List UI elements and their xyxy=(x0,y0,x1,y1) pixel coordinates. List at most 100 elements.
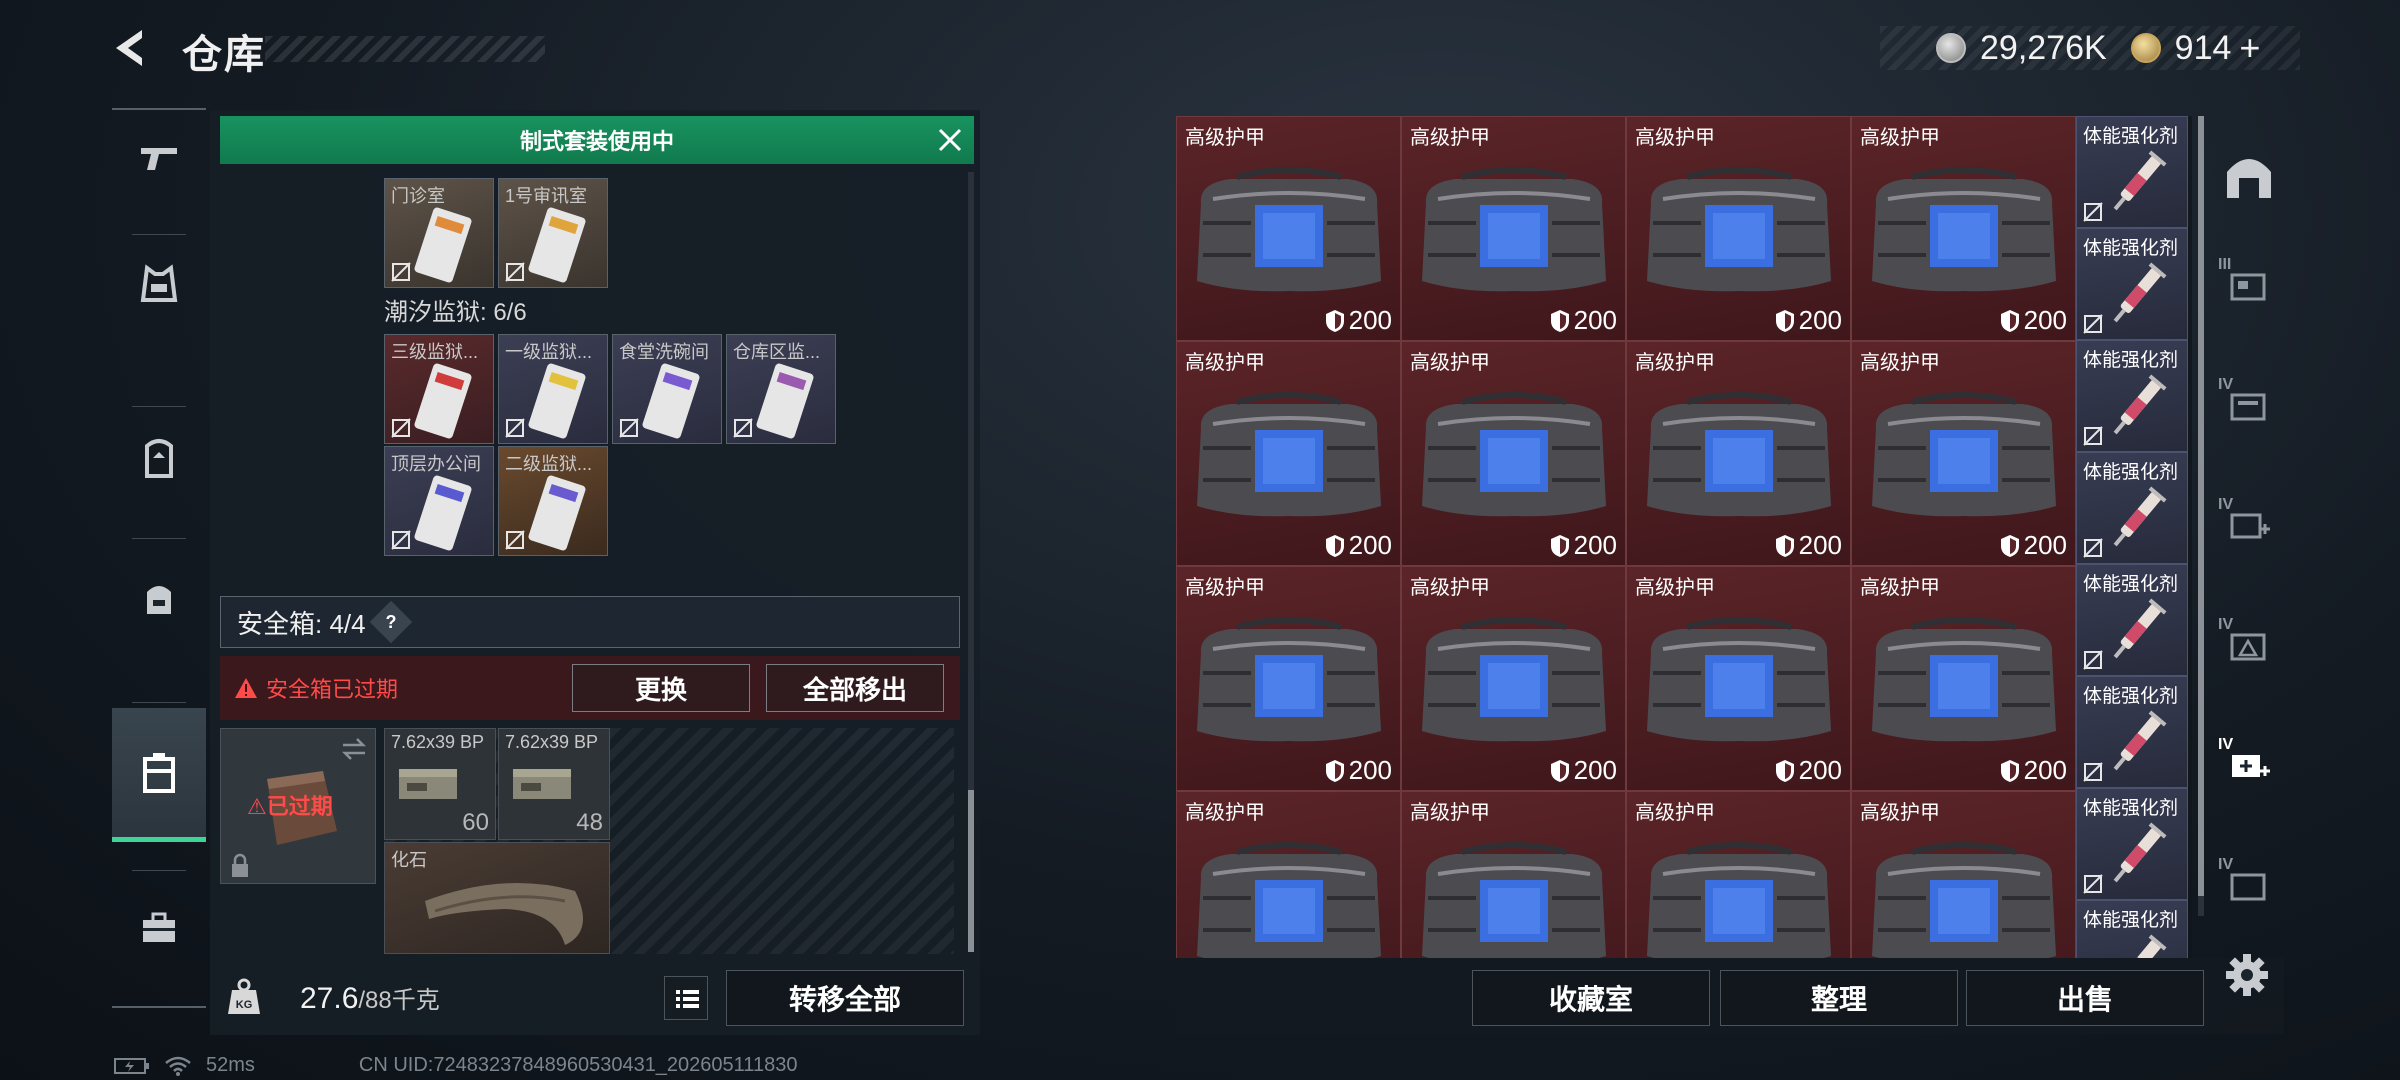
no-insure-icon xyxy=(505,262,525,282)
item-name: 高级护甲 xyxy=(1410,352,1490,374)
consumable-item[interactable]: 体能强化剂 xyxy=(2076,564,2188,676)
consumable-item[interactable]: 体能强化剂 xyxy=(2076,228,2188,340)
syringe-icon xyxy=(2113,598,2167,659)
armor-durability: 200 xyxy=(1550,305,1617,336)
ammo-item[interactable]: 7.62x39 BP 48 xyxy=(498,728,610,840)
armor-item[interactable]: 高级护甲 200 xyxy=(1176,791,1401,958)
back-button[interactable] xyxy=(108,24,156,72)
armor-item[interactable]: 高级护甲 200 xyxy=(1401,341,1626,566)
sell-button[interactable]: 出售 xyxy=(1966,970,2204,1026)
warehouse-tab-4a[interactable]: IV xyxy=(2214,366,2284,446)
nav-backpack-large[interactable] xyxy=(112,410,206,506)
warehouse-scroll-thumb[interactable] xyxy=(2198,116,2204,896)
inventory-scroll-thumb[interactable] xyxy=(968,790,974,952)
armor-bag-icon xyxy=(1422,167,1606,292)
warehouse-tab-4b[interactable]: IV xyxy=(2214,486,2284,566)
silver-coin-icon xyxy=(1936,33,1966,63)
consumable-item[interactable]: 体能强化剂 xyxy=(2076,340,2188,452)
ammo-label: 7.62x39 BP xyxy=(505,732,599,752)
nav-toolbox[interactable] xyxy=(112,880,206,976)
key-card-slot[interactable]: 一级监狱... xyxy=(498,334,608,444)
key-card-slot[interactable]: 食堂洗碗间 xyxy=(612,334,722,444)
item-name: 体能强化剂 xyxy=(2083,910,2179,931)
collection-room-button[interactable]: 收藏室 xyxy=(1472,970,1710,1026)
armor-item[interactable]: 高级护甲 200 xyxy=(1176,341,1401,566)
consumable-item[interactable]: 体能强化剂 xyxy=(2076,788,2188,900)
sort-button[interactable]: 整理 xyxy=(1720,970,1958,1026)
syringe-icon xyxy=(2113,150,2167,211)
armor-item[interactable]: 高级护甲 200 xyxy=(1176,566,1401,791)
shield-icon xyxy=(1550,534,1569,557)
gun-icon xyxy=(141,148,177,170)
shield-icon xyxy=(1325,309,1344,332)
armor-durability: 200 xyxy=(2000,530,2067,561)
armor-item[interactable]: 高级护甲 200 xyxy=(1626,566,1851,791)
add-currency-button[interactable]: + xyxy=(2239,27,2260,69)
shield-icon xyxy=(2000,534,2019,557)
consumable-item[interactable]: 体能强化剂 xyxy=(2076,900,2188,958)
warehouse-tab-3[interactable]: III xyxy=(2214,246,2284,326)
key-card-slot[interactable]: 三级监狱... xyxy=(384,334,494,444)
item-name: 高级护甲 xyxy=(1185,577,1265,599)
fossil-item[interactable]: 化石 xyxy=(384,842,610,954)
toolbox-icon xyxy=(143,912,175,942)
armor-item[interactable]: 高级护甲 200 xyxy=(1626,791,1851,958)
move-all-out-button[interactable]: 全部移出 xyxy=(766,664,944,712)
key-card-slot[interactable]: 顶层办公间 xyxy=(384,446,494,556)
no-insure-icon xyxy=(505,530,525,550)
armor-item[interactable]: 高级护甲 200 xyxy=(1851,116,2076,341)
warning-icon xyxy=(235,678,257,698)
consumable-item[interactable]: 体能强化剂 xyxy=(2076,452,2188,564)
key-card-slot[interactable]: 仓库区监... xyxy=(726,334,836,444)
no-insure-icon xyxy=(2083,762,2103,782)
armor-item[interactable]: 高级护甲 200 xyxy=(1626,341,1851,566)
key-card-slot[interactable]: 1号审讯室 xyxy=(498,178,608,288)
armor-item[interactable]: 高级护甲 200 xyxy=(1401,566,1626,791)
bag-icon xyxy=(147,586,171,614)
armor-item[interactable]: 高级护甲 200 xyxy=(1401,116,1626,341)
consumable-item[interactable]: 体能强化剂 xyxy=(2076,676,2188,788)
item-name: 高级护甲 xyxy=(1185,127,1265,149)
nav-safebox[interactable] xyxy=(112,708,206,842)
settings-button[interactable] xyxy=(2222,950,2272,1000)
warehouse-home-tab[interactable] xyxy=(2214,136,2284,216)
armor-durability-value: 200 xyxy=(1348,530,1392,560)
help-button[interactable]: ? xyxy=(369,600,412,644)
armor-item[interactable]: 高级护甲 200 xyxy=(1851,791,2076,958)
triangle-page-icon xyxy=(2230,633,2266,661)
home-arch-icon xyxy=(2227,159,2271,198)
vest-icon xyxy=(140,264,178,302)
item-name: 高级护甲 xyxy=(1410,127,1490,149)
nav-vest[interactable] xyxy=(112,236,206,332)
expired-warning-text: 安全箱已过期 xyxy=(266,677,399,702)
consumable-item[interactable]: 体能强化剂 xyxy=(2076,116,2188,228)
close-banner-button[interactable] xyxy=(936,126,964,154)
replace-button[interactable]: 更换 xyxy=(572,664,750,712)
list-view-button[interactable] xyxy=(664,976,708,1020)
nav-weapons[interactable] xyxy=(112,110,206,206)
warehouse-tab-4d-active[interactable]: IV xyxy=(2214,726,2284,806)
warehouse-tab-4e[interactable]: IV xyxy=(2214,846,2284,926)
shield-icon xyxy=(2000,309,2019,332)
ammo-item[interactable]: 7.62x39 BP 60 xyxy=(384,728,496,840)
armor-item[interactable]: 高级护甲 200 xyxy=(1626,116,1851,341)
armor-item[interactable]: 高级护甲 200 xyxy=(1851,566,2076,791)
nav-backpack[interactable] xyxy=(112,550,206,646)
safebox-item[interactable]: ⚠已过期 xyxy=(220,728,376,884)
warehouse-tab-4c[interactable]: IV xyxy=(2214,606,2284,686)
armor-bag-icon xyxy=(1647,617,1831,742)
armor-item[interactable]: 高级护甲 200 xyxy=(1401,791,1626,958)
armor-durability: 200 xyxy=(1775,755,1842,786)
key-card-slot[interactable]: 二级监狱... xyxy=(498,446,608,556)
armor-item[interactable]: 高级护甲 200 xyxy=(1176,116,1401,341)
armor-durability: 200 xyxy=(1325,530,1392,561)
armor-durability-value: 200 xyxy=(1348,305,1392,335)
item-name: 体能强化剂 xyxy=(2083,574,2179,595)
no-insure-icon xyxy=(619,418,639,438)
warehouse-page-icon xyxy=(2230,873,2266,901)
list-icon xyxy=(676,990,699,1008)
armor-item[interactable]: 高级护甲 200 xyxy=(1851,341,2076,566)
key-card-slot[interactable]: 门诊室 xyxy=(384,178,494,288)
transfer-all-button[interactable]: 转移全部 xyxy=(726,970,964,1026)
tab-tier-label: IV xyxy=(2218,376,2234,393)
